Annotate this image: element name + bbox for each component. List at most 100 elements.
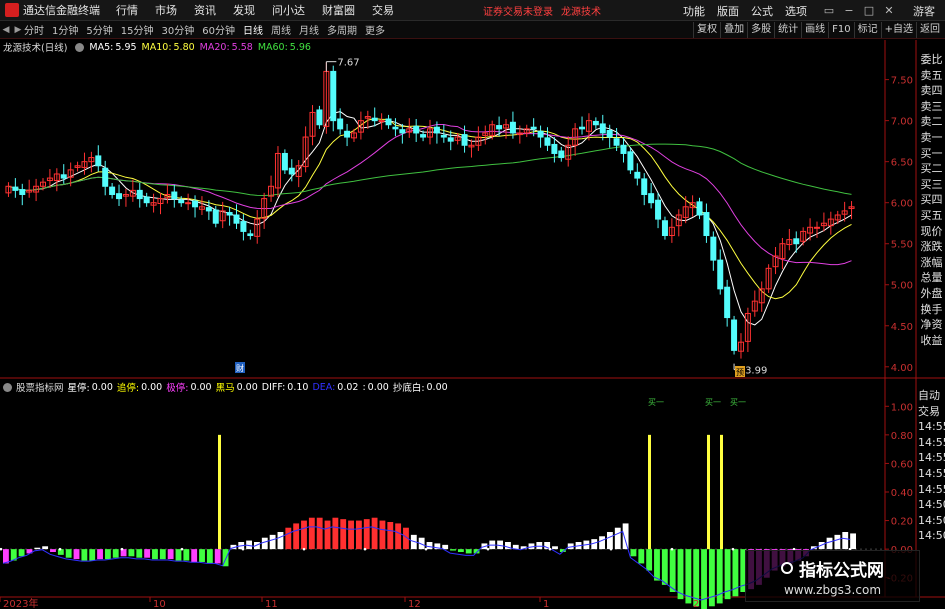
sidebar-item[interactable]: 买三: [918, 177, 945, 193]
return-button[interactable]: 返回: [916, 22, 943, 38]
period-weekly[interactable]: 周线: [271, 22, 291, 37]
restore-icon[interactable]: ▭: [819, 4, 839, 17]
period-15min[interactable]: 15分钟: [121, 22, 154, 37]
back-arrow-icon[interactable]: ◀: [0, 25, 12, 35]
menu-options[interactable]: 选项: [785, 3, 807, 19]
sidebar-item[interactable]: 涨幅: [918, 255, 945, 271]
sidebar-item[interactable]: 卖二: [918, 114, 945, 130]
sidebar-item[interactable]: 卖一: [918, 130, 945, 146]
sidebar-item[interactable]: 买二: [918, 161, 945, 177]
candle-body: [579, 126, 586, 130]
sidebar-item[interactable]: 涨跌: [918, 239, 945, 255]
candle-body: [192, 200, 199, 208]
candle-body: [703, 212, 710, 237]
f10-button[interactable]: F10: [828, 22, 853, 38]
trade-sidebar-item[interactable]: 14:55: [918, 419, 945, 435]
menu-market[interactable]: 市场: [155, 2, 177, 18]
period-daily[interactable]: 日线: [243, 22, 263, 37]
draw-line-button[interactable]: 画线: [801, 22, 828, 38]
period-monthly[interactable]: 月线: [299, 22, 319, 37]
overlay-button[interactable]: 叠加: [720, 22, 747, 38]
indicator-bar: [395, 523, 402, 550]
high-marker-label: 7.67: [337, 58, 359, 69]
settings-dot-icon[interactable]: [75, 42, 85, 52]
trade-sidebar-item[interactable]: 14:55: [918, 450, 945, 466]
menu-ask[interactable]: 问小达: [272, 2, 305, 18]
trade-sidebar-item[interactable]: 14:55: [918, 482, 945, 498]
sidebar-item[interactable]: 卖五: [918, 68, 945, 84]
sidebar-item[interactable]: 现价: [918, 224, 945, 240]
indicator-bar: [191, 549, 198, 562]
menu-wealth[interactable]: 财富圈: [322, 2, 355, 18]
trade-sidebar-item[interactable]: 交易: [918, 404, 945, 420]
indicator-bar: [97, 549, 103, 560]
zero-dot: [670, 547, 674, 551]
sidebar-item[interactable]: 收益: [918, 333, 945, 349]
indicator-settings-icon[interactable]: [3, 382, 12, 392]
indicator-bar: [810, 546, 817, 550]
indicator-bar: [144, 549, 151, 558]
indicator-bar: [152, 549, 158, 560]
period-30min[interactable]: 30分钟: [161, 22, 194, 37]
sidebar-item[interactable]: 换手: [918, 302, 945, 318]
trade-sidebar-item[interactable]: 自动: [918, 388, 945, 404]
menu-quotes[interactable]: 行情: [116, 2, 138, 18]
close-icon[interactable]: ✕: [879, 4, 899, 17]
buy-signal-tag: 买一: [648, 398, 664, 407]
candle-body: [323, 70, 330, 127]
menu-discover[interactable]: 发现: [233, 2, 255, 18]
menu-news[interactable]: 资讯: [194, 2, 216, 18]
minimize-icon[interactable]: −: [839, 4, 859, 17]
indicator-bar: [104, 549, 111, 560]
sidebar-item[interactable]: 委比: [918, 52, 945, 68]
trade-sidebar-item[interactable]: 14:50: [918, 497, 945, 513]
indicator-label: 星停:: [67, 383, 90, 394]
statistics-button[interactable]: 统计: [774, 22, 801, 38]
sidebar-item[interactable]: 买五: [918, 208, 945, 224]
sidebar-item[interactable]: 卖四: [918, 83, 945, 99]
menu-layout[interactable]: 版面: [717, 3, 739, 19]
trade-sidebar-item[interactable]: 14:55: [918, 466, 945, 482]
indicator-bar: [50, 549, 56, 552]
ma10-value: 5.80: [173, 41, 195, 53]
menu-formula[interactable]: 公式: [751, 3, 773, 19]
menu-function[interactable]: 功能: [683, 3, 705, 19]
period-tick[interactable]: 分时: [24, 22, 44, 37]
multi-stock-button[interactable]: 多股: [747, 22, 774, 38]
period-60min[interactable]: 60分钟: [202, 22, 235, 37]
indicator-bar: [230, 544, 237, 550]
event-tag-2-label: 预: [736, 367, 744, 377]
sidebar-item[interactable]: 买四: [918, 192, 945, 208]
period-more[interactable]: 更多: [365, 22, 385, 37]
sidebar-item[interactable]: 买一: [918, 146, 945, 162]
guest-label[interactable]: 游客: [913, 3, 935, 19]
period-5min[interactable]: 5分钟: [86, 22, 112, 37]
indicator-bar: [324, 520, 331, 550]
trade-sidebar-item[interactable]: 14:55: [918, 435, 945, 451]
period-1min[interactable]: 1分钟: [52, 22, 78, 37]
mark-button[interactable]: 标记: [853, 22, 881, 38]
sidebar-item[interactable]: 外盘: [918, 286, 945, 302]
sidebar-item[interactable]: 净资: [918, 317, 945, 333]
period-multi[interactable]: 多周期: [327, 22, 357, 37]
login-notice[interactable]: 证券交易未登录: [483, 3, 553, 18]
add-watchlist-button[interactable]: +自选: [880, 22, 916, 38]
indicator-bar: [465, 549, 472, 554]
candle-body: [689, 202, 696, 209]
maximize-icon[interactable]: □: [859, 4, 879, 17]
indicator-bar: [724, 549, 731, 600]
indicator-bar: [614, 527, 621, 550]
indicator-bar: [677, 549, 684, 600]
sidebar-item[interactable]: 卖三: [918, 99, 945, 115]
forward-arrow-icon[interactable]: ▶: [12, 25, 24, 35]
event-tag-2: [735, 366, 745, 377]
sidebar-item[interactable]: 总量: [918, 270, 945, 286]
menu-trade[interactable]: 交易: [372, 2, 394, 18]
ind-y-tick-label: 0.60: [891, 459, 913, 470]
candle-body: [40, 181, 47, 187]
trade-sidebar-item[interactable]: 14:50: [918, 528, 945, 544]
indicator-bar: [426, 542, 433, 550]
trade-sidebar-item[interactable]: 14:50: [918, 513, 945, 529]
yellow-signal-bar: [707, 434, 710, 550]
restore-rights-button[interactable]: 复权: [693, 22, 720, 38]
